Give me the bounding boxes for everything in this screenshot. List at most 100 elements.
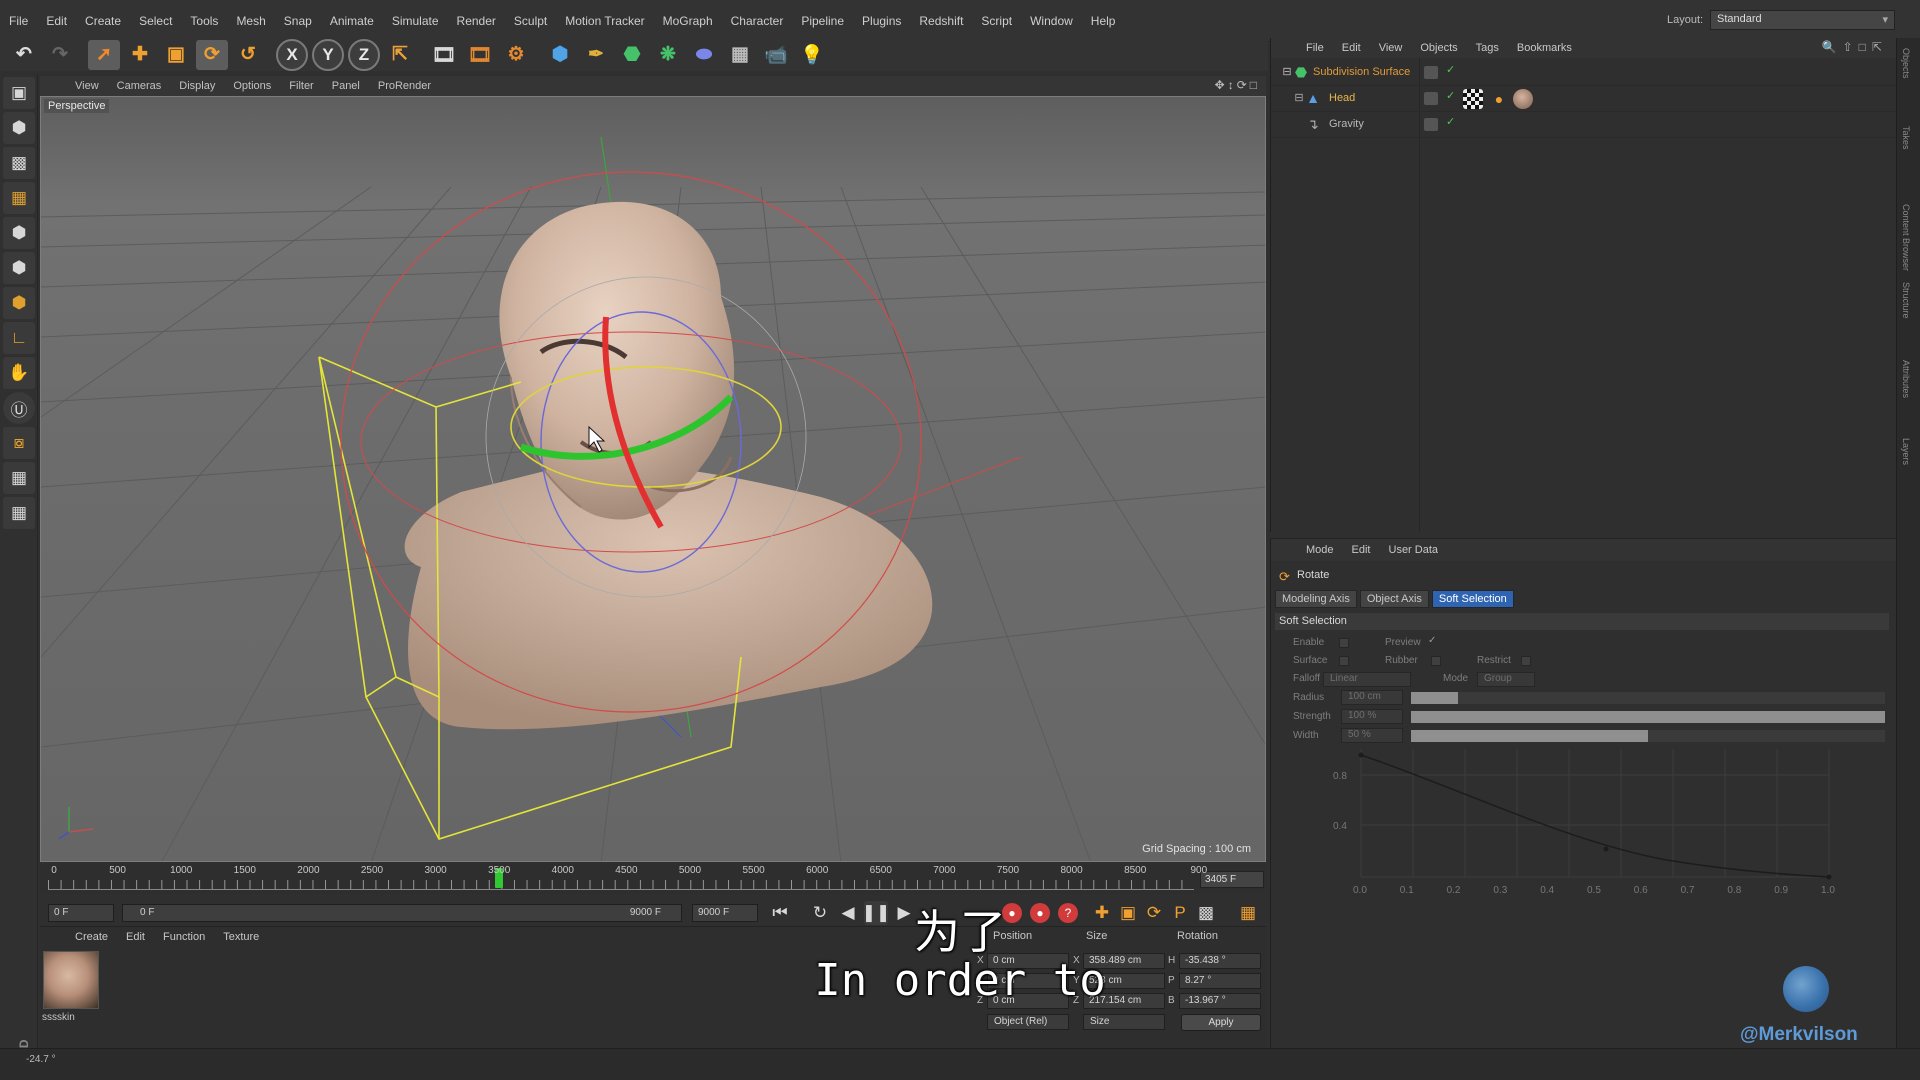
menu-snap[interactable]: Snap: [275, 0, 321, 42]
curve-point[interactable]: [1603, 846, 1609, 852]
floor-scene-icon[interactable]: ▦: [724, 40, 756, 70]
mode-dropdown[interactable]: Group: [1477, 672, 1535, 687]
visibility-toggle[interactable]: [1424, 118, 1438, 131]
menu-motion-tracker[interactable]: Motion Tracker: [556, 0, 653, 42]
tweak-mode-icon[interactable]: ✋: [3, 357, 35, 389]
coordinate-system-icon[interactable]: ⇱: [384, 40, 416, 70]
object-menu-edit[interactable]: Edit: [1333, 42, 1370, 54]
object-row-subdivision-surface[interactable]: ⊟ ⬣ Subdivision Surface ✓: [1271, 60, 1897, 86]
menu-help[interactable]: Help: [1082, 0, 1125, 42]
viewport-nav-icons[interactable]: ✥↕⟳□: [1215, 78, 1260, 92]
radius-slider[interactable]: [1411, 692, 1885, 704]
redo-icon[interactable]: ↷: [44, 40, 76, 70]
object-menu-bookmarks[interactable]: Bookmarks: [1508, 42, 1581, 54]
points-mode-icon[interactable]: ⬢: [3, 217, 35, 249]
viewport-menu-cameras[interactable]: Cameras: [108, 80, 171, 92]
object-row-gravity[interactable]: ↴ Gravity ✓: [1271, 112, 1897, 138]
curve-point[interactable]: [1826, 874, 1832, 880]
enable-checkbox[interactable]: [1339, 638, 1349, 648]
side-tab-attributes[interactable]: Attributes: [1901, 360, 1911, 398]
viewport-menu-filter[interactable]: Filter: [280, 80, 322, 92]
model-mode-icon[interactable]: ⬢: [3, 112, 35, 144]
side-tab-layers[interactable]: Layers: [1901, 438, 1911, 465]
object-name[interactable]: Subdivision Surface: [1313, 66, 1410, 78]
subdivision-generator-icon[interactable]: ⬣: [616, 40, 648, 70]
viewport-perspective[interactable]: Perspective Grid Spacing : 100 cm: [40, 96, 1266, 862]
camera-label[interactable]: Perspective: [44, 99, 110, 113]
selection-tag-icon[interactable]: ●: [1489, 89, 1509, 109]
strength-field[interactable]: 100 %: [1341, 709, 1403, 724]
menu-tools[interactable]: Tools: [181, 0, 227, 42]
solo-mode-icon[interactable]: Ⓤ: [3, 392, 35, 424]
object-manager-toolbar-icons[interactable]: 🔍⇧□⇱: [1822, 40, 1888, 54]
preview-check-icon[interactable]: ✓: [1428, 635, 1436, 646]
viewport-menu-options[interactable]: Options: [224, 80, 280, 92]
attribute-menu-user-data[interactable]: User Data: [1380, 544, 1448, 556]
workplane-mode-icon[interactable]: ▦: [3, 182, 35, 214]
timeline-end-field[interactable]: 3405 F: [1200, 871, 1264, 888]
menu-mograph[interactable]: MoGraph: [654, 0, 722, 42]
live-selection-icon[interactable]: ➚: [88, 39, 120, 70]
move-tool-icon[interactable]: ✚: [124, 40, 156, 70]
material-name[interactable]: sssskin: [42, 1012, 75, 1023]
render-settings-icon[interactable]: ⚙: [500, 40, 532, 70]
coordinate-mode-dropdown[interactable]: Object (Rel): [987, 1014, 1069, 1030]
menu-pipeline[interactable]: Pipeline: [792, 0, 853, 42]
menu-file[interactable]: File: [0, 0, 37, 42]
strength-slider[interactable]: [1411, 711, 1885, 723]
radius-field[interactable]: 100 cm: [1341, 690, 1403, 705]
falloff-curve[interactable]: [1360, 754, 1830, 878]
locked-workplane-icon[interactable]: ▦: [3, 497, 35, 529]
enable-check-icon[interactable]: ✓: [1446, 63, 1455, 76]
tab-soft-selection[interactable]: Soft Selection: [1431, 590, 1514, 608]
rotate-tool-icon[interactable]: ⟳: [196, 39, 228, 70]
object-name[interactable]: Head: [1329, 92, 1355, 104]
tab-modeling-axis[interactable]: Modeling Axis: [1275, 590, 1357, 608]
curve-point[interactable]: [1358, 752, 1364, 758]
width-slider[interactable]: [1411, 730, 1885, 742]
object-row-head[interactable]: ⊟ ▲ Head ✓ ●: [1271, 86, 1897, 112]
undo-icon[interactable]: ↶: [8, 40, 40, 70]
y-axis-lock-button[interactable]: Y: [312, 38, 344, 71]
menu-select[interactable]: Select: [130, 0, 181, 42]
layout-select[interactable]: Standard: [1710, 10, 1895, 30]
object-menu-tags[interactable]: Tags: [1467, 42, 1508, 54]
pen-spline-icon[interactable]: ✒: [580, 40, 612, 70]
attribute-menu-edit[interactable]: Edit: [1343, 544, 1380, 556]
recent-tool-icon[interactable]: ↺: [232, 40, 264, 70]
menu-simulate[interactable]: Simulate: [383, 0, 448, 42]
deformer-icon[interactable]: ⬬: [688, 40, 720, 70]
side-tab-content-browser[interactable]: Content Browser: [1901, 204, 1911, 271]
workplane-grid-icon[interactable]: ▦: [3, 462, 35, 494]
make-editable-icon[interactable]: ▣: [3, 77, 35, 109]
viewport-menu-display[interactable]: Display: [170, 80, 224, 92]
menu-render[interactable]: Render: [448, 0, 505, 42]
light-icon[interactable]: 💡: [796, 40, 828, 70]
object-menu-file[interactable]: File: [1297, 42, 1333, 54]
falloff-curve-graph[interactable]: 0.8 0.4 0.0 0.1 0.2 0.3 0.4 0.5 0.6 0.7 0.8 0.9 1.…: [1311, 749, 1871, 899]
enable-check-icon[interactable]: ✓: [1446, 115, 1455, 128]
rubber-checkbox[interactable]: [1431, 656, 1441, 666]
timeline[interactable]: 3405 F 0 500 1000 1500 2000 2500 3000 3500 4000 4…: [40, 864, 1266, 894]
object-menu-objects[interactable]: Objects: [1411, 42, 1466, 54]
falloff-dropdown[interactable]: Linear: [1323, 672, 1411, 687]
attribute-menu-mode[interactable]: Mode: [1297, 544, 1343, 556]
size-mode-dropdown[interactable]: Size: [1083, 1014, 1165, 1030]
restrict-checkbox[interactable]: [1521, 656, 1531, 666]
menu-sculpt[interactable]: Sculpt: [505, 0, 556, 42]
surface-checkbox[interactable]: [1339, 656, 1349, 666]
camera-icon[interactable]: 📹: [760, 40, 792, 70]
tab-object-axis[interactable]: Object Axis: [1359, 590, 1429, 608]
cube-object-icon[interactable]: ⬢: [544, 40, 576, 70]
viewport-scene[interactable]: [41, 97, 1266, 862]
material-tag-icon[interactable]: [1513, 89, 1533, 109]
menu-plugins[interactable]: Plugins: [853, 0, 910, 42]
side-tab-objects[interactable]: Objects: [1901, 48, 1911, 79]
mograph-cloner-icon[interactable]: ❋: [652, 40, 684, 70]
side-tab-takes[interactable]: Takes: [1901, 126, 1911, 150]
viewport-menu-view[interactable]: View: [66, 80, 108, 92]
edges-mode-icon[interactable]: ⬢: [3, 252, 35, 284]
polygons-mode-icon[interactable]: ⬢: [3, 287, 35, 319]
menu-mesh[interactable]: Mesh: [227, 0, 274, 42]
menu-character[interactable]: Character: [722, 0, 793, 42]
